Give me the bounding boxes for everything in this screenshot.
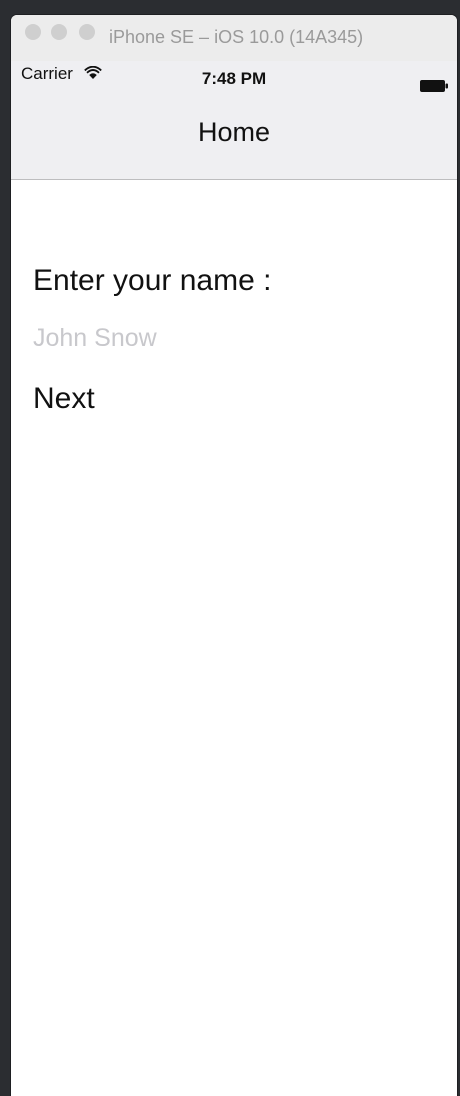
minimize-window-button[interactable] xyxy=(51,24,67,40)
battery-icon xyxy=(420,80,448,92)
name-input[interactable] xyxy=(33,318,413,358)
navigation-bar: Home xyxy=(11,93,457,180)
window-title: iPhone SE – iOS 10.0 (14A345) xyxy=(109,27,364,47)
zoom-window-button[interactable] xyxy=(79,24,95,40)
simulator-window: iPhone SE – iOS 10.0 (14A345) Carrier 7:… xyxy=(11,15,457,1096)
nav-title: Home xyxy=(197,117,271,147)
status-bar: Carrier 7:48 PM xyxy=(11,61,457,93)
home-content: Enter your name : Next xyxy=(11,180,457,1096)
name-label: Enter your name : xyxy=(33,264,272,297)
close-window-button[interactable] xyxy=(25,24,41,40)
status-time: 7:48 PM xyxy=(201,69,267,88)
window-titlebar: iPhone SE – iOS 10.0 (14A345) xyxy=(11,15,457,62)
next-button[interactable]: Next xyxy=(33,382,95,416)
